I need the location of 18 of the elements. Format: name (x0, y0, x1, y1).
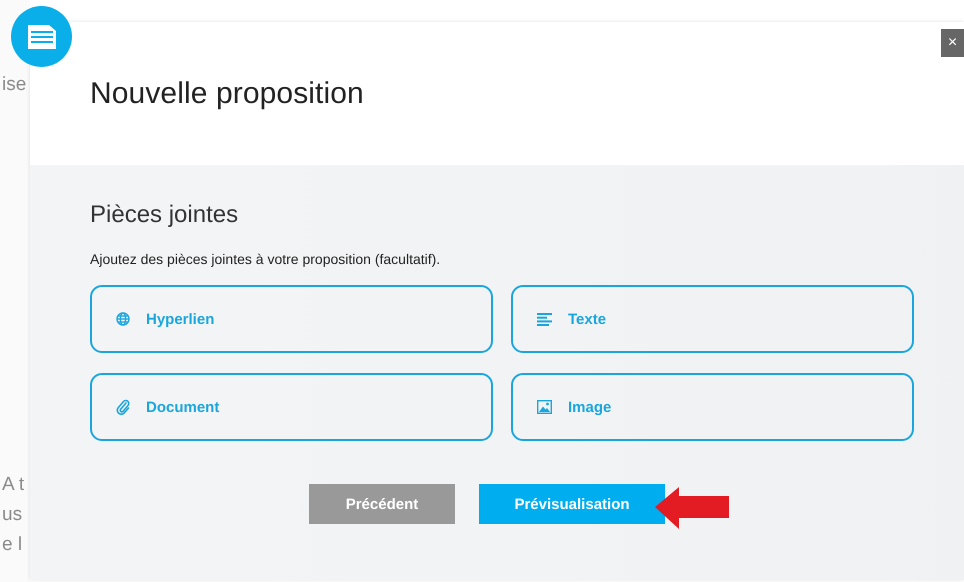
background-text: A t (2, 473, 26, 497)
dialog-title: Nouvelle proposition (90, 76, 364, 110)
attachment-option[interactable]: Document (90, 373, 493, 441)
background-text: ise (2, 73, 28, 97)
text-lines-icon (537, 312, 552, 326)
section-description: Ajoutez des pièces jointes à votre proposition (facultatif). (90, 251, 442, 267)
section-title: Pièces jointes (90, 201, 240, 229)
preview-button[interactable]: Prévisualisation (479, 484, 665, 524)
attachment-option[interactable]: Texte (511, 285, 914, 353)
background-text: us (2, 503, 24, 527)
attachment-option[interactable]: Image (511, 373, 914, 441)
image-icon (537, 400, 552, 414)
close-button[interactable]: × (941, 29, 964, 57)
previous-button[interactable]: Précédent (309, 484, 455, 524)
background-text: e l (2, 533, 24, 557)
paperclip-icon (116, 399, 130, 415)
globe-icon (116, 312, 130, 326)
attachment-option[interactable]: Hyperlien (90, 285, 493, 353)
